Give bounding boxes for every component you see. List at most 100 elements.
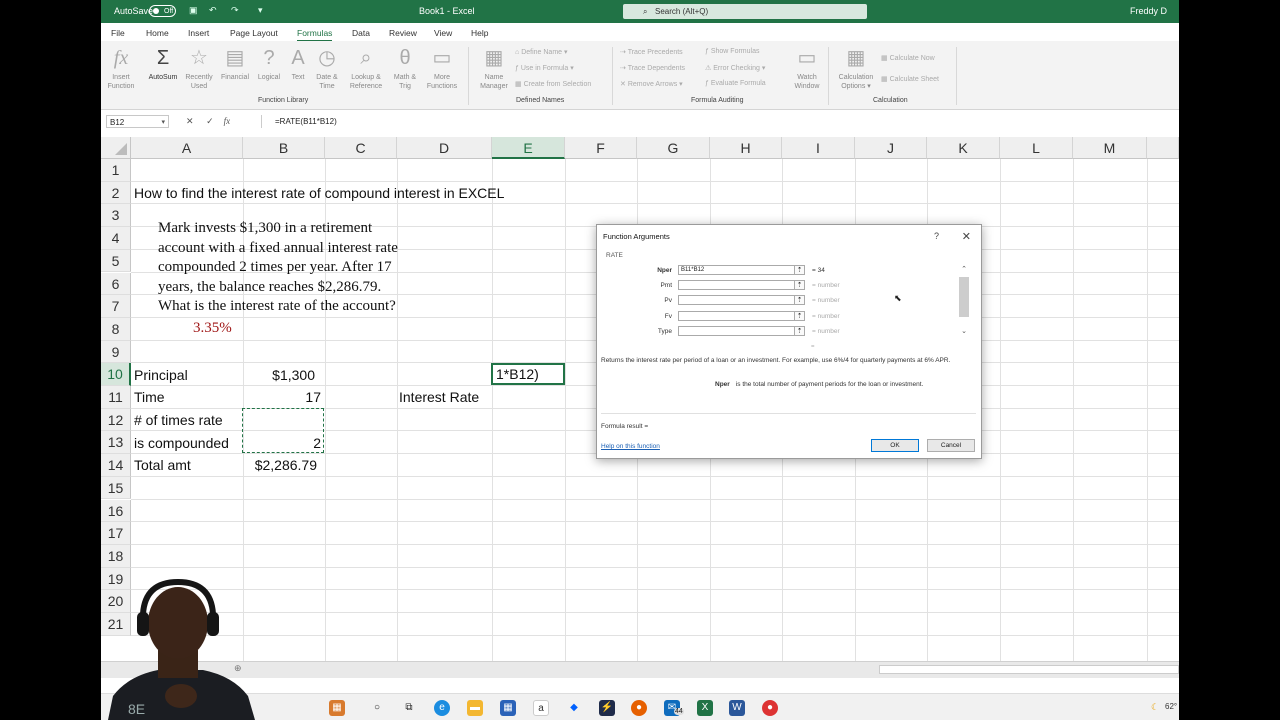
- column-header-g[interactable]: G: [637, 137, 710, 159]
- collapse-dialog-button[interactable]: ⇡: [794, 295, 805, 305]
- user-name[interactable]: Freddy D: [1130, 6, 1167, 16]
- collapse-dialog-button[interactable]: ⇡: [794, 265, 805, 275]
- define-name-button[interactable]: ⌂ Define Name ▾: [515, 48, 568, 56]
- search-circle-icon[interactable]: ○: [369, 700, 385, 716]
- search-input[interactable]: ⌕ Search (Alt+Q): [623, 4, 867, 19]
- times-compounded-label-2[interactable]: is compounded: [134, 432, 229, 454]
- column-header-e[interactable]: E: [492, 137, 565, 159]
- row-header-3[interactable]: 3: [101, 204, 131, 228]
- edge-icon[interactable]: e: [434, 700, 450, 716]
- type-input[interactable]: [678, 326, 796, 336]
- watch-window-button[interactable]: ▭ Watch Window: [789, 47, 825, 91]
- calculate-sheet-button[interactable]: ▦ Calculate Sheet: [881, 75, 939, 83]
- select-all-button[interactable]: [101, 137, 131, 159]
- row-header-6[interactable]: 6: [101, 272, 131, 296]
- row-header-7[interactable]: 7: [101, 295, 131, 318]
- redo-icon[interactable]: ↷: [231, 5, 239, 16]
- tab-page-layout[interactable]: Page Layout: [230, 28, 278, 38]
- remove-arrows-button[interactable]: ✕ Remove Arrows ▾: [620, 80, 683, 88]
- nper-input[interactable]: B11*B12: [678, 265, 796, 275]
- name-manager-button[interactable]: ▦ Name Manager: [476, 47, 512, 91]
- tab-help[interactable]: Help: [471, 28, 488, 38]
- customize-toolbar-icon[interactable]: ▾: [258, 5, 263, 16]
- row-header-5[interactable]: 5: [101, 249, 131, 273]
- principal-value[interactable]: $1,300: [243, 364, 315, 386]
- store-icon[interactable]: ▦: [500, 700, 516, 716]
- time-value[interactable]: 17: [243, 386, 321, 408]
- row-header-1[interactable]: 1: [101, 159, 131, 182]
- horizontal-scrollbar[interactable]: [879, 665, 1179, 674]
- word-icon[interactable]: W: [729, 700, 745, 716]
- confirm-entry-icon[interactable]: ✓: [206, 116, 214, 126]
- dropbox-icon[interactable]: ◆: [566, 700, 582, 716]
- firefox-icon[interactable]: ●: [631, 700, 647, 716]
- total-value[interactable]: $2,286.79: [243, 454, 317, 476]
- row-header-16[interactable]: 16: [101, 499, 131, 523]
- row-header-11[interactable]: 11: [101, 386, 131, 409]
- row-header-12[interactable]: 12: [101, 408, 131, 432]
- math-trig-button[interactable]: θ Math & Trig: [389, 47, 421, 91]
- scroll-thumb[interactable]: [959, 277, 969, 317]
- formula-input[interactable]: =RATE(B11*B12): [261, 115, 1179, 128]
- financial-button[interactable]: ▤ Financial: [218, 47, 252, 82]
- time-label[interactable]: Time: [134, 386, 165, 408]
- column-header-k[interactable]: K: [927, 137, 1000, 159]
- tab-home[interactable]: Home: [146, 28, 169, 38]
- recently-used-button[interactable]: ☆ Recently Used: [183, 47, 215, 91]
- row-header-8[interactable]: 8: [101, 317, 131, 341]
- insert-function-icon[interactable]: fx: [224, 116, 231, 126]
- chevron-down-icon[interactable]: ⌄: [959, 327, 969, 335]
- evaluate-formula-button[interactable]: ƒ Evaluate Formula: [705, 80, 766, 87]
- chevron-up-icon[interactable]: ⌃: [959, 265, 969, 273]
- lookup-reference-button[interactable]: ⌕ Lookup & Reference: [344, 47, 388, 91]
- pmt-input[interactable]: [678, 280, 796, 290]
- column-header-f[interactable]: F: [565, 137, 637, 159]
- autosave-toggle[interactable]: Off: [149, 5, 176, 17]
- column-header-d[interactable]: D: [397, 137, 492, 159]
- undo-icon[interactable]: ↶: [209, 5, 217, 16]
- text-button[interactable]: A Text: [286, 47, 310, 82]
- app-icon[interactable]: ⚡: [599, 700, 615, 716]
- excel-icon[interactable]: X: [697, 700, 713, 716]
- more-functions-button[interactable]: ▭ More Functions: [422, 47, 462, 91]
- task-view-icon[interactable]: ⧉: [401, 700, 417, 716]
- column-header-l[interactable]: L: [1000, 137, 1073, 159]
- tab-review[interactable]: Review: [389, 28, 417, 38]
- column-header-a[interactable]: A: [131, 137, 243, 159]
- row-header-9[interactable]: 9: [101, 340, 131, 364]
- date-time-button[interactable]: ◷ Date & Time: [312, 47, 342, 91]
- fv-input[interactable]: [678, 311, 796, 321]
- row-header-4[interactable]: 4: [101, 227, 131, 250]
- active-cell-e10[interactable]: 1*B12): [491, 363, 565, 385]
- tab-file[interactable]: File: [111, 28, 125, 38]
- tab-insert[interactable]: Insert: [188, 28, 209, 38]
- tab-data[interactable]: Data: [352, 28, 370, 38]
- column-header-n[interactable]: [1147, 137, 1179, 159]
- sheet-title[interactable]: How to find the interest rate of compoun…: [134, 182, 504, 204]
- error-checking-button[interactable]: ⚠ Error Checking ▾: [705, 64, 765, 72]
- collapse-dialog-button[interactable]: ⇡: [794, 280, 805, 290]
- row-header-13[interactable]: 13: [101, 431, 131, 455]
- args-scrollbar[interactable]: ⌃ ⌄: [959, 265, 969, 341]
- row-header-14[interactable]: 14: [101, 454, 131, 477]
- row-header-10[interactable]: 10: [101, 363, 131, 386]
- amazon-icon[interactable]: a: [533, 700, 549, 716]
- help-icon[interactable]: ?: [934, 231, 939, 241]
- help-link[interactable]: Help on this function: [601, 443, 660, 450]
- principal-label[interactable]: Principal: [134, 364, 188, 386]
- column-header-m[interactable]: M: [1073, 137, 1147, 159]
- tab-view[interactable]: View: [434, 28, 452, 38]
- trace-precedents-button[interactable]: ⇢ Trace Precedents: [620, 48, 683, 56]
- trace-dependents-button[interactable]: ⇢ Trace Dependents: [620, 64, 685, 72]
- logical-button[interactable]: ? Logical: [254, 47, 284, 82]
- cancel-entry-icon[interactable]: ✕: [186, 116, 194, 126]
- app-icon[interactable]: ●: [762, 700, 778, 716]
- pv-input[interactable]: [678, 295, 796, 305]
- show-formulas-button[interactable]: ƒ Show Formulas: [705, 48, 759, 55]
- tab-formulas[interactable]: Formulas: [297, 28, 333, 42]
- column-header-b[interactable]: B: [243, 137, 325, 159]
- column-header-j[interactable]: J: [855, 137, 927, 159]
- name-box[interactable]: B12 ▾: [106, 115, 169, 128]
- calculate-now-button[interactable]: ▦ Calculate Now: [881, 54, 935, 62]
- column-header-c[interactable]: C: [325, 137, 397, 159]
